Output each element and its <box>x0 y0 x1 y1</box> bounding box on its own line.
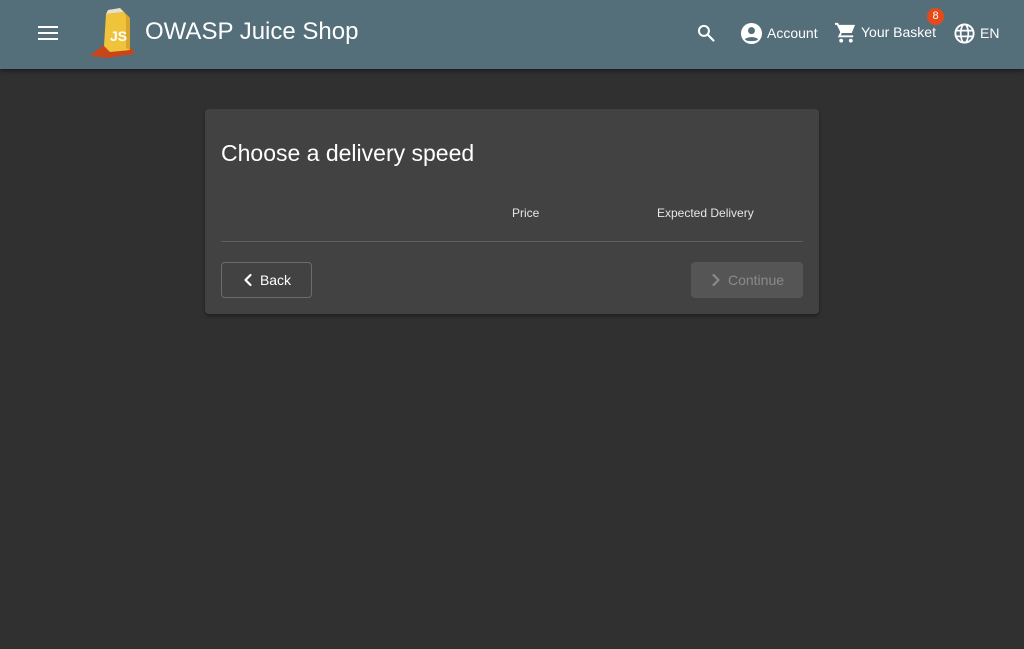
top-toolbar: JS OWASP Juice Shop Account Your Basket … <box>0 0 1024 69</box>
account-circle-icon <box>740 22 763 44</box>
back-label: Back <box>259 272 292 288</box>
column-header-price[interactable]: Price <box>512 206 539 220</box>
basket-label: Your Basket <box>861 24 936 40</box>
account-label: Account <box>767 25 818 41</box>
language-label: EN <box>980 25 1000 41</box>
menu-icon <box>38 26 58 40</box>
chevron-right-icon <box>712 273 720 287</box>
chevron-left-icon <box>244 273 252 287</box>
search-icon <box>697 24 715 42</box>
search-button[interactable] <box>692 19 720 47</box>
page-title: Choose a delivery speed <box>221 140 475 166</box>
continue-button[interactable]: Continue <box>691 262 803 298</box>
delivery-speed-card: Choose a delivery speed Price Expected D… <box>205 109 819 314</box>
table-divider <box>221 241 803 242</box>
app-title[interactable]: OWASP Juice Shop <box>145 18 358 46</box>
continue-label: Continue <box>727 272 785 288</box>
basket-button[interactable]: Your Basket <box>834 19 936 45</box>
juice-shop-logo[interactable]: JS <box>88 4 138 60</box>
cart-icon <box>834 22 856 43</box>
back-button[interactable]: Back <box>221 262 312 298</box>
globe-icon <box>954 22 975 44</box>
svg-text:JS: JS <box>110 28 127 44</box>
account-button[interactable]: Account <box>740 20 818 46</box>
basket-count-badge: 8 <box>927 8 944 25</box>
language-button[interactable]: EN <box>953 20 999 46</box>
column-header-expected-delivery[interactable]: Expected Delivery <box>657 206 754 220</box>
menu-button[interactable] <box>30 17 66 49</box>
